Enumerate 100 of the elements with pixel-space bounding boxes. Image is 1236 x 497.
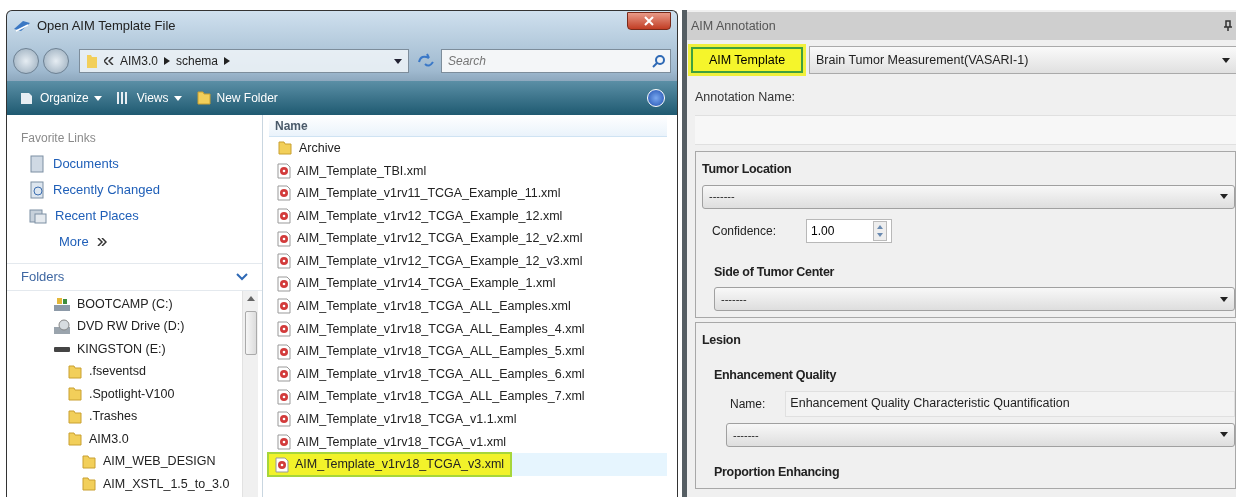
close-icon — [643, 16, 655, 26]
scrollbar[interactable] — [242, 291, 258, 497]
address-bar[interactable]: AIM3.0 schema — [79, 49, 409, 73]
section-heading: Favorite Links — [20, 130, 97, 147]
panel-title: AIM Annotation — [691, 17, 776, 35]
xml-file-icon — [277, 298, 291, 315]
number-spinner[interactable]: 1.00 — [806, 218, 893, 243]
toolbar-button[interactable]: Organize — [19, 89, 102, 107]
back-button[interactable] — [13, 48, 39, 74]
scroll-up-icon[interactable] — [246, 295, 255, 301]
tree-item[interactable]: .Trashes — [7, 405, 242, 428]
file-item[interactable]: Archive — [269, 137, 677, 160]
name-field: Enhancement Quality Characteristic Quantification — [785, 390, 1235, 417]
chevron-icon — [104, 57, 114, 65]
toolbar-button[interactable]: Views — [115, 89, 182, 107]
folder-icon — [67, 408, 83, 425]
folder-icon — [67, 431, 83, 448]
folder-icon — [67, 386, 83, 403]
chevron-icon — [164, 57, 170, 65]
xml-file-icon — [277, 230, 291, 247]
close-button[interactable] — [627, 12, 671, 30]
file-item[interactable]: AIM_Template_v1rv12_TCGA_Example_12_v3.xml — [269, 249, 677, 273]
dropdown-icon — [394, 58, 402, 64]
dropdown-icon — [1220, 432, 1228, 438]
chevron-icon — [96, 238, 107, 246]
document-icon — [29, 155, 45, 173]
subheading: Proportion Enhancing — [713, 463, 841, 481]
tree-item[interactable]: AIM_XSTL_1.5_to_3.0 — [7, 473, 242, 496]
template-dropdown[interactable]: Brain Tumor Measurement(VASARI-1) — [809, 46, 1236, 74]
tree-item[interactable]: .Spotlight-V100 — [7, 383, 242, 406]
field-label: Annotation Name: — [694, 89, 797, 106]
chevron-icon — [224, 57, 231, 65]
xml-file-icon — [277, 366, 291, 383]
dropdown-icon — [1220, 296, 1228, 302]
tree-item[interactable]: AIM_WEB_DESIGN — [7, 450, 242, 473]
disc-drive-icon — [53, 318, 71, 335]
search-box[interactable]: Search — [441, 49, 671, 73]
template-button[interactable]: AIM Template — [691, 47, 803, 73]
file-item[interactable]: AIM_Template_v1rv14_TCGA_Example_1.xml — [269, 272, 677, 296]
folder-icon — [67, 363, 83, 380]
search-field[interactable]: Search — [446, 51, 652, 71]
file-item[interactable]: AIM_Template_TBI.xml — [269, 159, 677, 183]
breadcrumb-item[interactable]: schema — [176, 52, 219, 70]
file-item[interactable]: AIM_Template_v1rv12_TCGA_Example_12_v2.xml — [269, 227, 677, 250]
field-label: Confidence: — [712, 222, 777, 240]
file-item[interactable]: AIM_Template_v1rv11_TCGA_Example_11.xml — [269, 182, 677, 205]
folders-header[interactable]: Folders — [7, 263, 262, 291]
tree-item[interactable]: .fseventsd — [7, 360, 242, 383]
file-item[interactable]: AIM_Template_v1rv18_TCGA_v1.xml — [269, 430, 677, 454]
favorite-link[interactable]: Recent Places — [7, 203, 262, 229]
file-item[interactable]: AIM_Template_v1rv18_TCGA_ALL_Eamples_4.xml — [269, 317, 677, 341]
breadcrumb-item[interactable]: AIM3.0 — [120, 52, 158, 70]
more-link[interactable]: More — [59, 232, 89, 252]
forward-button[interactable] — [43, 48, 69, 74]
xml-file-icon — [277, 185, 291, 202]
file-item[interactable]: AIM_Template_v1rv18_TCGA_v3.xml — [269, 453, 667, 476]
field-label: Name: — [730, 395, 766, 413]
tree-item[interactable]: AIM3.0 — [7, 428, 242, 451]
file-item[interactable]: AIM_Template_v1rv12_TCGA_Example_12.xml — [269, 204, 677, 228]
xml-file-icon — [277, 321, 291, 338]
drive-icon — [53, 296, 71, 313]
xml-file-icon — [277, 343, 291, 360]
group-title: Lesion — [702, 332, 742, 350]
tree-item[interactable]: BOOTCAMP (C:) — [7, 293, 242, 316]
subheading: Side of Tumor Center — [713, 263, 836, 281]
dropdown-icon — [93, 95, 102, 101]
favorite-link[interactable]: Recently Changed — [7, 177, 262, 203]
xml-file-icon — [275, 456, 289, 473]
dropdown[interactable]: ------- — [726, 422, 1235, 447]
file-item[interactable]: AIM_Template_v1rv18_TCGA_ALL_Eamples_5.xml — [269, 340, 677, 363]
column-header[interactable]: Name — [269, 115, 667, 137]
tree-item[interactable]: DVD RW Drive (D:) — [7, 315, 242, 338]
scroll-thumb[interactable] — [244, 311, 257, 355]
chevron-icon — [236, 273, 248, 281]
file-item[interactable]: AIM_Template_v1rv18_TCGA_ALL_Eamples.xml — [269, 295, 677, 318]
toolbar-button[interactable]: New Folder — [195, 89, 278, 107]
folder-icon — [81, 453, 97, 470]
file-item[interactable]: AIM_Template_v1rv18_TCGA_ALL_Eamples_7.xml — [269, 385, 677, 409]
search-icon[interactable] — [652, 54, 666, 68]
xml-file-icon — [277, 162, 291, 179]
file-item[interactable]: AIM_Template_v1rv18_TCGA_v1.1.xml — [269, 408, 677, 431]
xml-file-icon — [277, 388, 291, 405]
xml-file-icon — [277, 434, 291, 450]
folder-icon — [81, 476, 97, 493]
clock-document-icon — [29, 181, 45, 199]
dropdown[interactable]: ------- — [702, 184, 1235, 209]
tree-item[interactable]: KINGSTON (E:) — [7, 338, 242, 361]
favorite-link[interactable]: Documents — [7, 151, 262, 177]
dialog-title: Open AIM Template File — [37, 17, 176, 36]
spin-buttons[interactable] — [873, 220, 888, 241]
xml-file-icon — [277, 411, 291, 428]
xml-file-icon — [277, 275, 291, 292]
pin-icon[interactable] — [1224, 20, 1232, 32]
file-item[interactable]: AIM_Template_v1rv18_TCGA_ALL_Eamples_6.xml — [269, 362, 677, 386]
folder-icon — [86, 53, 98, 69]
xml-file-icon — [277, 208, 291, 225]
dropdown-icon — [173, 95, 182, 101]
dropdown-icon — [1222, 57, 1230, 63]
app-icon — [13, 19, 31, 33]
dropdown[interactable]: ------- — [714, 287, 1235, 312]
